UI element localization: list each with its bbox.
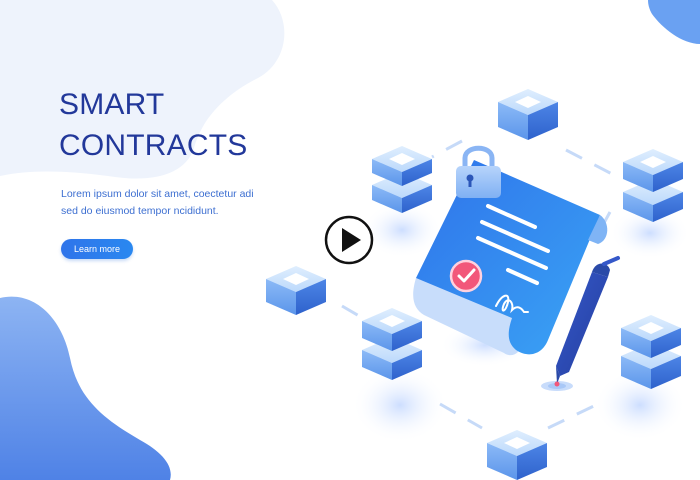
- learn-more-button[interactable]: Learn more: [61, 239, 133, 259]
- page-title: SMART CONTRACTS: [59, 84, 247, 166]
- block-stack-right-top: [623, 149, 683, 222]
- title-line-1: SMART: [59, 88, 165, 121]
- block-node-left-small: [266, 266, 326, 315]
- description-text: Lorem ipsum dolor sit amet, coectetur ad…: [61, 188, 254, 217]
- padlock-icon: [456, 145, 501, 198]
- landing-page: SMART CONTRACTS Lorem ipsum dolor sit am…: [0, 0, 700, 480]
- block-stack-left-bottom: [362, 308, 422, 380]
- block-node-top: [498, 89, 558, 140]
- title-line-2: CONTRACTS: [59, 129, 248, 162]
- block-stack-right-bottom: [621, 315, 681, 389]
- checkmark-icon: [449, 259, 483, 293]
- glow: [352, 367, 448, 443]
- block-node-bottom: [487, 430, 547, 480]
- block-stack-left-top: [372, 146, 432, 213]
- play-button[interactable]: [324, 215, 374, 265]
- blob-top-right: [648, 0, 700, 44]
- blob-bottom-left: [0, 296, 171, 480]
